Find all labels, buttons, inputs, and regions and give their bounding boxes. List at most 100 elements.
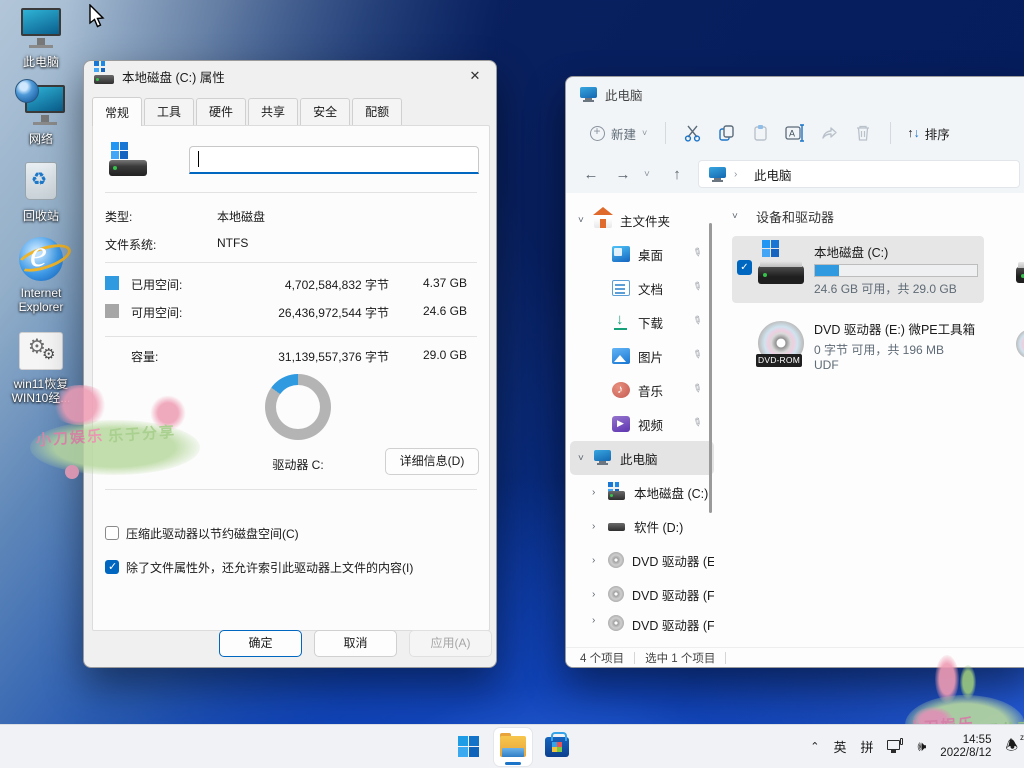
dialog-title: 本地磁盘 (C:) 属性 <box>122 67 225 86</box>
tab-general[interactable]: 常规 <box>92 97 142 126</box>
free-space-bytes: 26,436,972,544 字节 <box>249 304 389 321</box>
sidebar-item-videos[interactable]: 视频 ✎ <box>570 407 714 441</box>
checkbox-label: 压缩此驱动器以节约磁盘空间(C) <box>126 525 299 542</box>
ok-button[interactable]: 确定 <box>219 630 302 657</box>
up-button[interactable]: ↑ <box>666 166 688 183</box>
chevron-right-icon: › <box>592 487 608 498</box>
history-chevron-icon[interactable]: ˅ <box>644 169 656 180</box>
dialog-titlebar[interactable]: 本地磁盘 (C:) 属性 ✕ <box>84 61 496 91</box>
pin-icon: ✎ <box>690 278 711 298</box>
sort-button[interactable]: ↑↓ 排序 <box>901 118 956 149</box>
sidebar-item-this-pc[interactable]: ˅ 此电脑 <box>570 441 714 475</box>
tab-sharing[interactable]: 共享 <box>248 98 298 125</box>
paste-button[interactable] <box>744 118 778 148</box>
field-label: 文件系统: <box>105 236 156 253</box>
sidebar-item-desktop[interactable]: 桌面 ✎ <box>570 237 714 271</box>
index-checkbox-row[interactable]: 除了文件属性外，还允许索引此驱动器上文件的内容(I) <box>105 558 413 576</box>
desktop-icon-recycle-bin[interactable]: 回收站 <box>0 160 82 223</box>
pictures-icon <box>612 348 630 364</box>
new-button[interactable]: 新建 ˅ <box>582 118 655 149</box>
drive-name-input[interactable] <box>189 146 479 174</box>
section-devices-and-drives[interactable]: ˅ 设备和驱动器 <box>732 207 1024 226</box>
desktop-icon-win11-restore[interactable]: win11恢复WIN10经... <box>0 328 82 405</box>
selection-checkbox[interactable]: ✓ <box>737 260 752 275</box>
sidebar-item-dvd-e[interactable]: › DVD 驱动器 (E <box>570 543 714 577</box>
share-button[interactable] <box>812 118 846 148</box>
dialog-tabs: 常规 工具 硬件 共享 安全 配额 <box>92 99 488 125</box>
clock[interactable]: 14:55 2022/8/12 <box>940 734 991 760</box>
explorer-body: ˅ 主文件夹 桌面 ✎ 文档 ✎ <box>566 193 1024 647</box>
sidebar-item-downloads[interactable]: 下载 ✎ <box>570 305 714 339</box>
tab-tools[interactable]: 工具 <box>144 98 194 125</box>
field-label: 类型: <box>105 208 132 225</box>
divider <box>725 652 726 664</box>
apply-button[interactable]: 应用(A) <box>409 630 492 657</box>
tab-quota[interactable]: 配额 <box>352 98 402 125</box>
checkbox-unchecked[interactable] <box>105 526 119 540</box>
separator <box>105 262 477 263</box>
rename-button[interactable]: A <box>778 118 812 148</box>
sidebar-item-drive-d[interactable]: › 软件 (D:) <box>570 509 714 543</box>
sidebar-item-documents[interactable]: 文档 ✎ <box>570 271 714 305</box>
checkbox-checked[interactable] <box>105 560 119 574</box>
sidebar-item-music[interactable]: 音乐 ✎ <box>570 373 714 407</box>
desktop-icon-this-pc[interactable]: 此电脑 <box>0 6 82 69</box>
field-value: NTFS <box>217 236 248 250</box>
breadcrumb-item[interactable]: 此电脑 <box>754 165 792 184</box>
cancel-button[interactable]: 取消 <box>314 630 397 657</box>
cut-button[interactable] <box>676 118 710 148</box>
desktop-icon-network[interactable]: 网络 <box>0 83 82 146</box>
desktop-icon-internet-explorer[interactable]: InternetExplorer <box>0 237 82 314</box>
explorer-navbar: ← → ˅ ↑ › 此电脑 <box>566 155 1024 193</box>
field-label: 容量: <box>131 348 158 365</box>
store-bag-icon <box>545 737 569 757</box>
this-pc-icon <box>709 167 726 181</box>
drive-caption: 0 字节 可用，共 196 MB <box>814 341 976 358</box>
ime-indicator-pinyin[interactable]: 拼 <box>860 737 873 756</box>
language-indicator-en[interactable]: 英 <box>833 737 846 756</box>
sidebar-item-dvd-f[interactable]: › DVD 驱动器 (F <box>570 577 714 611</box>
copy-icon <box>718 124 736 142</box>
sort-arrows-icon: ↑↓ <box>907 126 920 140</box>
tab-hardware[interactable]: 硬件 <box>196 98 246 125</box>
explorer-command-bar: 新建 ˅ <box>566 111 1024 155</box>
drive-tile-dvd-e[interactable]: DVD-ROM DVD 驱动器 (E:) 微PE工具箱 0 字节 可用，共 19… <box>732 313 984 378</box>
sidebar-item-home[interactable]: ˅ 主文件夹 <box>570 203 714 237</box>
delete-button[interactable] <box>846 118 880 148</box>
close-icon[interactable]: ✕ <box>460 64 490 88</box>
notification-bell-icon[interactable]: 🕭z <box>1005 735 1018 759</box>
svg-text:A: A <box>789 129 795 139</box>
back-button[interactable]: ← <box>580 166 602 183</box>
breadcrumb[interactable]: › 此电脑 <box>698 160 1020 188</box>
downloads-icon <box>612 314 630 330</box>
pin-icon: ✎ <box>690 244 711 264</box>
taskbar-file-explorer[interactable] <box>494 728 532 766</box>
properties-dialog: 本地磁盘 (C:) 属性 ✕ 常规 工具 硬件 共享 安全 配额 类型: 本地磁… <box>83 60 497 668</box>
drive-tile-c[interactable]: ✓ 本地磁盘 (C:) 24.6 GB 可用，共 29.0 GB <box>732 236 984 303</box>
sidebar-item-local-disk-c[interactable]: › 本地磁盘 (C:) <box>570 475 714 509</box>
copy-button[interactable] <box>710 118 744 148</box>
used-space-size: 4.37 GB <box>397 276 467 290</box>
compress-checkbox-row[interactable]: 压缩此驱动器以节约磁盘空间(C) <box>105 524 299 542</box>
sidebar-scrollbar[interactable] <box>709 223 712 513</box>
field-label: 已用空间: <box>131 276 182 293</box>
gears-icon <box>17 328 65 374</box>
forward-button[interactable]: → <box>612 166 634 183</box>
chevron-down-icon: ˅ <box>642 128 647 138</box>
tray-chevron-up-icon[interactable]: ⌃ <box>810 740 819 753</box>
explorer-titlebar[interactable]: 此电脑 <box>566 77 1024 111</box>
tray-date: 2022/8/12 <box>940 747 991 760</box>
tab-security[interactable]: 安全 <box>300 98 350 125</box>
details-button[interactable]: 详细信息(D) <box>385 448 479 475</box>
network-tray-icon[interactable] <box>887 740 903 753</box>
rename-icon: A <box>785 124 805 142</box>
sidebar-item-pictures[interactable]: 图片 ✎ <box>570 339 714 373</box>
start-button[interactable] <box>450 728 488 766</box>
desktop-folder-icon <box>612 246 630 262</box>
documents-icon <box>612 280 630 296</box>
taskbar-microsoft-store[interactable] <box>538 728 576 766</box>
sidebar-item-dvd-clipped[interactable]: › DVD 驱动器 (F:) <box>570 611 714 637</box>
trash-icon <box>855 124 871 142</box>
explorer-window-title: 此电脑 <box>605 85 643 104</box>
volume-icon[interactable]: 🕪 <box>917 738 926 755</box>
